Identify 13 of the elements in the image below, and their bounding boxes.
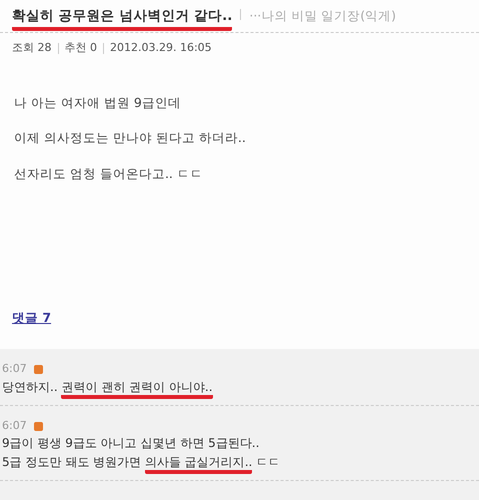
comment-text: 9급이 평생 9급도 아니고 십몇년 하면 5급된다..: [2, 435, 260, 452]
post-title: 확실히 공무원은 넘사벽인거 같다..: [12, 6, 232, 32]
view-count: 조회 28: [12, 40, 52, 56]
comment-text: 5급 정도만 돼도 병원가면 의사들 굽실거리지.. ㄷㄷ: [2, 453, 479, 472]
body-text: 나 아는 여자애 법원 9급인데: [14, 94, 182, 112]
post-date: 2012.03.29. 16:05: [110, 40, 212, 56]
comment-text: 당연하지.. 권력이 괜히 권력이 아니야..: [2, 378, 479, 397]
body-text: 선자리도 엄청 들어온다고.. ㄷㄷ: [14, 165, 204, 183]
body-text: 이제 의사정도는 만나야 된다고 하더라..: [14, 129, 247, 148]
comment-time: 6:07: [2, 418, 27, 434]
comments-link[interactable]: 댓글 7: [12, 308, 52, 328]
comment-time: 6:07: [2, 361, 27, 378]
recommend-count: 추천 0: [64, 40, 97, 56]
